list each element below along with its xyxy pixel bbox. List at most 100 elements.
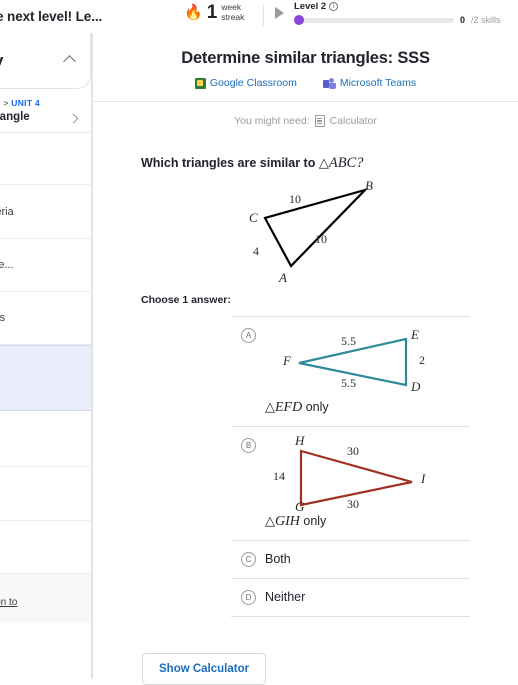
triangle-gih-svg [299, 449, 413, 507]
show-calculator-button[interactable]: Show Calculator [142, 653, 267, 685]
choice-a-suffix: only [305, 400, 329, 414]
progress-dot [294, 15, 304, 25]
triangle-abc-figure: C A B 10 10 4 [93, 178, 518, 294]
choose-answer-label: Choose 1 answer: [141, 294, 231, 306]
streak-indicator[interactable]: 🔥 1 week streak [184, 2, 245, 24]
sidebar-footer[interactable]: l duction to [0, 574, 91, 623]
streak-count: 1 [206, 2, 218, 24]
choice-d-text: Neither [265, 590, 306, 604]
side-label-AB: 10 [315, 232, 327, 246]
vertex-label-F: F [283, 353, 291, 368]
triangle-symbol: △ [265, 513, 275, 528]
calculator-hint-link[interactable]: Calculator [330, 115, 377, 127]
question-suffix: ? [356, 155, 364, 171]
choice-a-text: △EFD only [265, 399, 470, 416]
sidebar-footer-line-1[interactable]: l [0, 582, 91, 593]
vertex-label-H: H [295, 433, 305, 448]
breadcrumb-prefix: . [0, 98, 1, 108]
choices-bottom-divider [231, 616, 470, 617]
sidebar-item-2[interactable]: rity crite... [0, 239, 91, 292]
triangle-gih-figure: H I G 30 30 14 [269, 433, 470, 514]
choice-c-text: Both [265, 552, 291, 566]
google-classroom-label: Google Classroom [209, 77, 297, 89]
google-classroom-link[interactable]: Google Classroom [194, 77, 297, 89]
choice-a-triangle-name: EFD [275, 400, 303, 415]
radio-d[interactable]: D [241, 590, 256, 605]
radio-c[interactable]: C [241, 552, 256, 567]
side-label-GI: 30 [347, 497, 359, 511]
side-label-CB: 10 [289, 192, 301, 206]
sidebar-item-0[interactable] [0, 133, 91, 185]
vertex-label-B: B [365, 178, 373, 193]
vertex-label-C: C [249, 210, 258, 225]
breadcrumb-line: . > UNIT 4 [0, 98, 91, 108]
vertex-label-D: D [411, 379, 421, 394]
sidebar-item-7[interactable] [0, 521, 91, 574]
side-label-CA: 4 [253, 244, 259, 258]
microsoft-teams-icon [322, 77, 336, 89]
google-classroom-icon [194, 77, 206, 89]
skills-total: /2 skills [471, 15, 501, 25]
question-triangle-name: ABC [328, 155, 357, 171]
choice-b-suffix: only [303, 514, 327, 528]
side-label-HI: 30 [347, 444, 359, 458]
level-progress-bar [294, 15, 454, 25]
streak-word-streak: streak [221, 11, 245, 22]
level-label: Level 2 [294, 1, 327, 12]
calculator-hint: You might need: Calculator [93, 102, 518, 141]
sidebar-item-6[interactable] [0, 467, 91, 521]
microsoft-teams-label: Microsoft Teams [339, 77, 417, 89]
choice-b[interactable]: B H I G 30 30 14 △GIH only [231, 426, 470, 540]
choice-b-triangle-name: GIH [275, 514, 300, 529]
topbar-divider [263, 4, 264, 26]
share-links: Google Classroom Microsoft Teams [93, 77, 518, 89]
microsoft-teams-link[interactable]: Microsoft Teams [322, 77, 417, 89]
question-prefix: Which triangles are similar to [141, 156, 316, 170]
exercise-header: Determine similar triangles: SSS Google … [93, 33, 518, 102]
side-label-ED: 2 [419, 353, 425, 367]
sidebar-item-1[interactable]: es/criteria [0, 185, 91, 239]
sidebar-header[interactable]: y [0, 33, 91, 89]
radio-b[interactable]: B [241, 438, 256, 453]
chevron-up-icon[interactable] [63, 55, 76, 68]
breadcrumb-separator: > [3, 98, 9, 108]
vertex-label-I: I [421, 471, 426, 486]
vertex-label-E: E [411, 327, 419, 342]
radio-a[interactable]: A [241, 328, 256, 343]
sidebar-footer-line-2[interactable]: duction to [0, 597, 91, 608]
question-area: Which triangles are similar to △ ABC ? [93, 141, 518, 172]
triangle-efd-figure: F E D 5.5 5.5 2 [269, 327, 470, 399]
play-icon[interactable] [275, 7, 284, 19]
side-label-FD: 5.5 [341, 376, 356, 390]
breadcrumb[interactable]: . > UNIT 4 riangle [0, 89, 91, 133]
sidebar-item-active-sss[interactable]: : SSS [0, 345, 91, 411]
skills-completed: 0 [460, 15, 466, 25]
sidebar-item-label: : Angles [0, 312, 6, 324]
exercise-main-panel: Determine similar triangles: SSS Google … [92, 33, 518, 679]
choice-d[interactable]: D Neither [231, 578, 470, 616]
choice-c[interactable]: C Both [231, 540, 470, 578]
course-sidebar: y . > UNIT 4 riangle es/criteria rity cr… [0, 33, 92, 679]
info-icon[interactable]: i [329, 2, 339, 11]
calculator-icon [314, 115, 325, 127]
sidebar-course-title: y [0, 51, 3, 71]
triangle-symbol: △ [265, 399, 275, 414]
triangle-abc-svg [263, 187, 369, 268]
sidebar-item-3[interactable]: : Angles [0, 292, 91, 345]
flame-icon: 🔥 [184, 4, 203, 22]
choice-a[interactable]: A F E D 5.5 5.5 2 △EFD only [231, 316, 470, 426]
page-title: Determine similar triangles: SSS [181, 49, 430, 67]
sidebar-item-5[interactable]: es [0, 411, 91, 467]
streak-message: e next level! Le... [0, 9, 103, 24]
triangle-efd-svg [298, 337, 408, 387]
triangle-symbol: △ [318, 155, 329, 170]
top-bar: e next level! Le... 🔥 1 week streak Leve… [0, 0, 518, 33]
side-label-HG: 14 [273, 469, 285, 483]
vertex-label-G: G [295, 499, 305, 514]
vertex-label-A: A [279, 270, 287, 285]
choice-b-text: △GIH only [265, 513, 470, 530]
sidebar-item-label: rity crite... [0, 259, 14, 271]
breadcrumb-unit: UNIT 4 [11, 98, 41, 108]
side-label-FE: 5.5 [341, 334, 356, 348]
question-prompt: Which triangles are similar to △ ABC ? [141, 155, 508, 172]
